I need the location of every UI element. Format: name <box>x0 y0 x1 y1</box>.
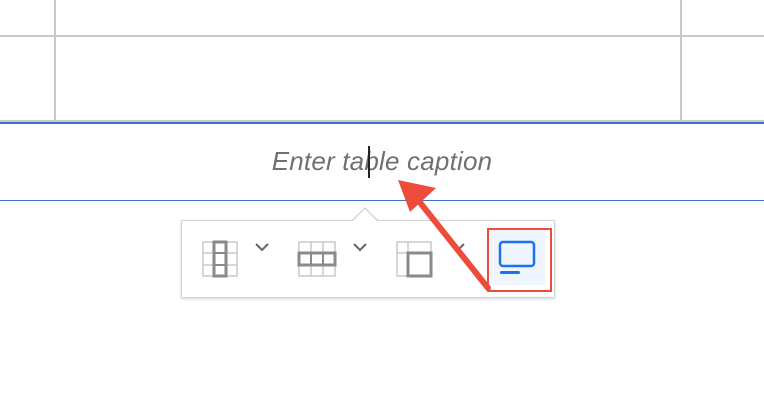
chevron-down-icon <box>353 243 367 252</box>
table-column-dropdown[interactable] <box>200 239 280 279</box>
balloon-arrow-fill <box>353 209 377 221</box>
table-merge-cells-dropdown[interactable] <box>394 239 474 279</box>
table-row-icon <box>297 241 337 277</box>
table-column-divider <box>680 0 682 121</box>
table-merge-cells-icon <box>396 241 433 278</box>
annotation-highlight-box <box>487 228 552 292</box>
table-row-divider <box>0 35 764 37</box>
chevron-down-icon <box>451 243 465 252</box>
table-row-dropdown[interactable] <box>296 239 376 279</box>
table-column-divider <box>54 0 56 121</box>
annotation-arrow-icon <box>398 180 491 291</box>
table-column-icon <box>202 240 238 278</box>
selection-bottom-border <box>0 200 764 201</box>
caption-placeholder[interactable]: Enter table caption <box>0 146 764 177</box>
chevron-down-icon <box>255 243 269 252</box>
text-caret <box>368 146 370 178</box>
